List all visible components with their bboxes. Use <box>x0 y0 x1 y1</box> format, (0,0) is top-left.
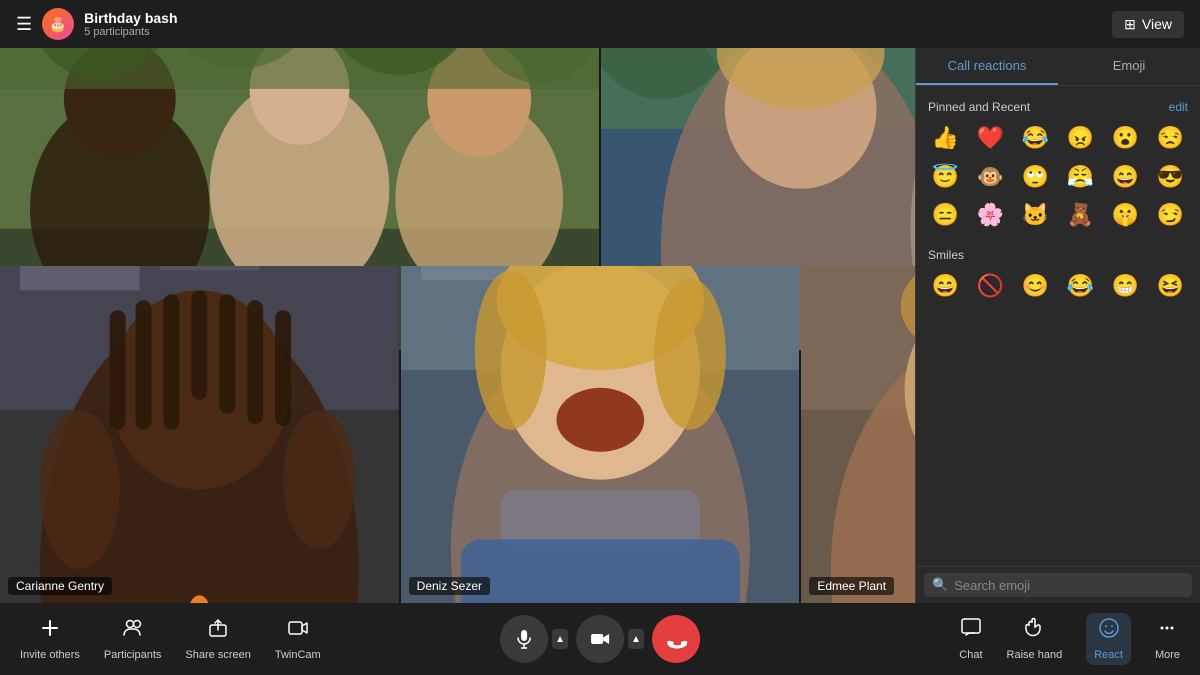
call-title-sub: 5 participants <box>84 26 177 38</box>
emoji-thumbsup[interactable]: 👍 <box>924 120 967 157</box>
end-call-button[interactable] <box>652 615 700 663</box>
reactions-panel: Call reactions Emoji Pinned and Recent e… <box>915 48 1200 603</box>
react-button[interactable]: React <box>1086 613 1131 665</box>
emoji-smile-6[interactable]: 😆 <box>1149 268 1192 305</box>
twincam-label: TwinCam <box>275 649 321 661</box>
pinned-emoji-grid: 👍 ❤️ 😂 😠 😮 😒 😇 🐵 🙄 😤 😄 😎 😑 🌸 🐱 🧸 🤫 😏 <box>924 120 1192 234</box>
emoji-smile-5[interactable]: 😁 <box>1104 268 1147 305</box>
emoji-heart[interactable]: ❤️ <box>969 120 1012 157</box>
tab-call-reactions[interactable]: Call reactions <box>916 48 1058 85</box>
more-label: More <box>1155 649 1180 661</box>
emoji-angry[interactable]: 😠 <box>1059 120 1102 157</box>
emoji-laugh[interactable]: 😂 <box>1014 120 1057 157</box>
search-bar: 🔍 <box>916 566 1200 603</box>
participants-label: Participants <box>104 649 161 661</box>
bottom-toolbar: Invite others Participants Share screen <box>0 603 1200 675</box>
pinned-recent-label: Pinned and Recent <box>928 100 1030 114</box>
raise-hand-icon <box>1023 617 1045 645</box>
name-tag-edmee: Edmee Plant <box>809 577 894 595</box>
emoji-bear[interactable]: 🧸 <box>1059 197 1102 234</box>
search-icon: 🔍 <box>932 577 948 593</box>
toolbar-center: ▲ ▲ <box>500 615 700 663</box>
emoji-smirk[interactable]: 😏 <box>1149 197 1192 234</box>
top-bar-right: ⊞ View <box>1112 11 1184 38</box>
video-button[interactable] <box>576 615 624 663</box>
tab-emoji[interactable]: Emoji <box>1058 48 1200 85</box>
emoji-eyeroll[interactable]: 🙄 <box>1014 159 1057 196</box>
participants-button[interactable]: Participants <box>104 617 161 661</box>
video-bg-deniz <box>401 266 800 604</box>
react-label: React <box>1094 649 1123 661</box>
view-button[interactable]: ⊞ View <box>1112 11 1184 38</box>
reactions-tabs: Call reactions Emoji <box>916 48 1200 86</box>
more-icon <box>1156 617 1178 645</box>
emoji-grin[interactable]: 😄 <box>1104 159 1147 196</box>
avatar: 🎂 <box>42 8 74 40</box>
invite-icon <box>39 617 61 645</box>
mute-button[interactable] <box>500 615 548 663</box>
smiles-emoji-grid: 😄 🚫 😊 😂 😁 😆 <box>924 268 1192 305</box>
emoji-steam[interactable]: 😤 <box>1059 159 1102 196</box>
emoji-sunglasses[interactable]: 😎 <box>1149 159 1192 196</box>
share-label: Share screen <box>185 649 250 661</box>
carianne-video-content <box>0 266 399 604</box>
chat-label: Chat <box>959 649 982 661</box>
video-cell-deniz: Deniz Sezer <box>401 266 800 604</box>
share-button[interactable]: Share screen <box>185 617 250 661</box>
reactions-body: Pinned and Recent edit 👍 ❤️ 😂 😠 😮 😒 😇 🐵 … <box>916 86 1200 566</box>
edit-link[interactable]: edit <box>1169 100 1188 114</box>
react-icon <box>1098 617 1120 645</box>
toolbar-left: Invite others Participants Share screen <box>20 617 321 661</box>
emoji-smile-3[interactable]: 😊 <box>1014 268 1057 305</box>
emoji-monkey[interactable]: 🐵 <box>969 159 1012 196</box>
video-bg-carianne <box>0 266 399 604</box>
emoji-wow[interactable]: 😮 <box>1104 120 1147 157</box>
participants-icon <box>122 617 144 645</box>
video-caret-button[interactable]: ▲ <box>628 629 644 649</box>
more-button[interactable]: More <box>1155 617 1180 661</box>
pinned-recent-header: Pinned and Recent edit <box>924 94 1192 120</box>
name-tag-carianne: Carianne Gentry <box>8 577 112 595</box>
emoji-unamused[interactable]: 😒 <box>1149 120 1192 157</box>
mute-caret-button[interactable]: ▲ <box>552 629 568 649</box>
view-label: View <box>1142 16 1172 32</box>
invite-button[interactable]: Invite others <box>20 617 80 661</box>
emoji-cat[interactable]: 🐱 <box>1014 197 1057 234</box>
raise-hand-label: Raise hand <box>1007 649 1063 661</box>
twincam-icon <box>287 617 309 645</box>
smiles-header: Smiles <box>924 242 1192 268</box>
raise-hand-button[interactable]: Raise hand <box>1007 617 1063 661</box>
deniz-video-content <box>401 266 800 604</box>
menu-icon[interactable]: ☰ <box>16 14 32 35</box>
chat-icon <box>960 617 982 645</box>
invite-label: Invite others <box>20 649 80 661</box>
video-cell-carianne: Carianne Gentry <box>0 266 399 604</box>
emoji-smile-4[interactable]: 😂 <box>1059 268 1102 305</box>
top-bar-left: ☰ 🎂 Birthday bash 5 participants <box>16 8 1112 40</box>
name-tag-deniz: Deniz Sezer <box>409 577 490 595</box>
search-input[interactable] <box>954 578 1184 593</box>
emoji-flower[interactable]: 🌸 <box>969 197 1012 234</box>
emoji-smile-2[interactable]: 🚫 <box>969 268 1012 305</box>
emoji-smile-1[interactable]: 😄 <box>924 268 967 305</box>
emoji-expressionless[interactable]: 😑 <box>924 197 967 234</box>
search-input-wrap: 🔍 <box>924 573 1192 597</box>
smiles-label: Smiles <box>928 248 964 262</box>
call-title: Birthday bash 5 participants <box>84 10 177 38</box>
twincam-button[interactable]: TwinCam <box>275 617 321 661</box>
share-icon <box>207 617 229 645</box>
call-title-name: Birthday bash <box>84 10 177 26</box>
grid-icon: ⊞ <box>1124 16 1136 33</box>
top-bar: ☰ 🎂 Birthday bash 5 participants ⊞ View <box>0 0 1200 48</box>
emoji-shush[interactable]: 🤫 <box>1104 197 1147 234</box>
chat-button[interactable]: Chat <box>959 617 982 661</box>
toolbar-right: Chat Raise hand React <box>959 613 1180 665</box>
emoji-innocent[interactable]: 😇 <box>924 159 967 196</box>
